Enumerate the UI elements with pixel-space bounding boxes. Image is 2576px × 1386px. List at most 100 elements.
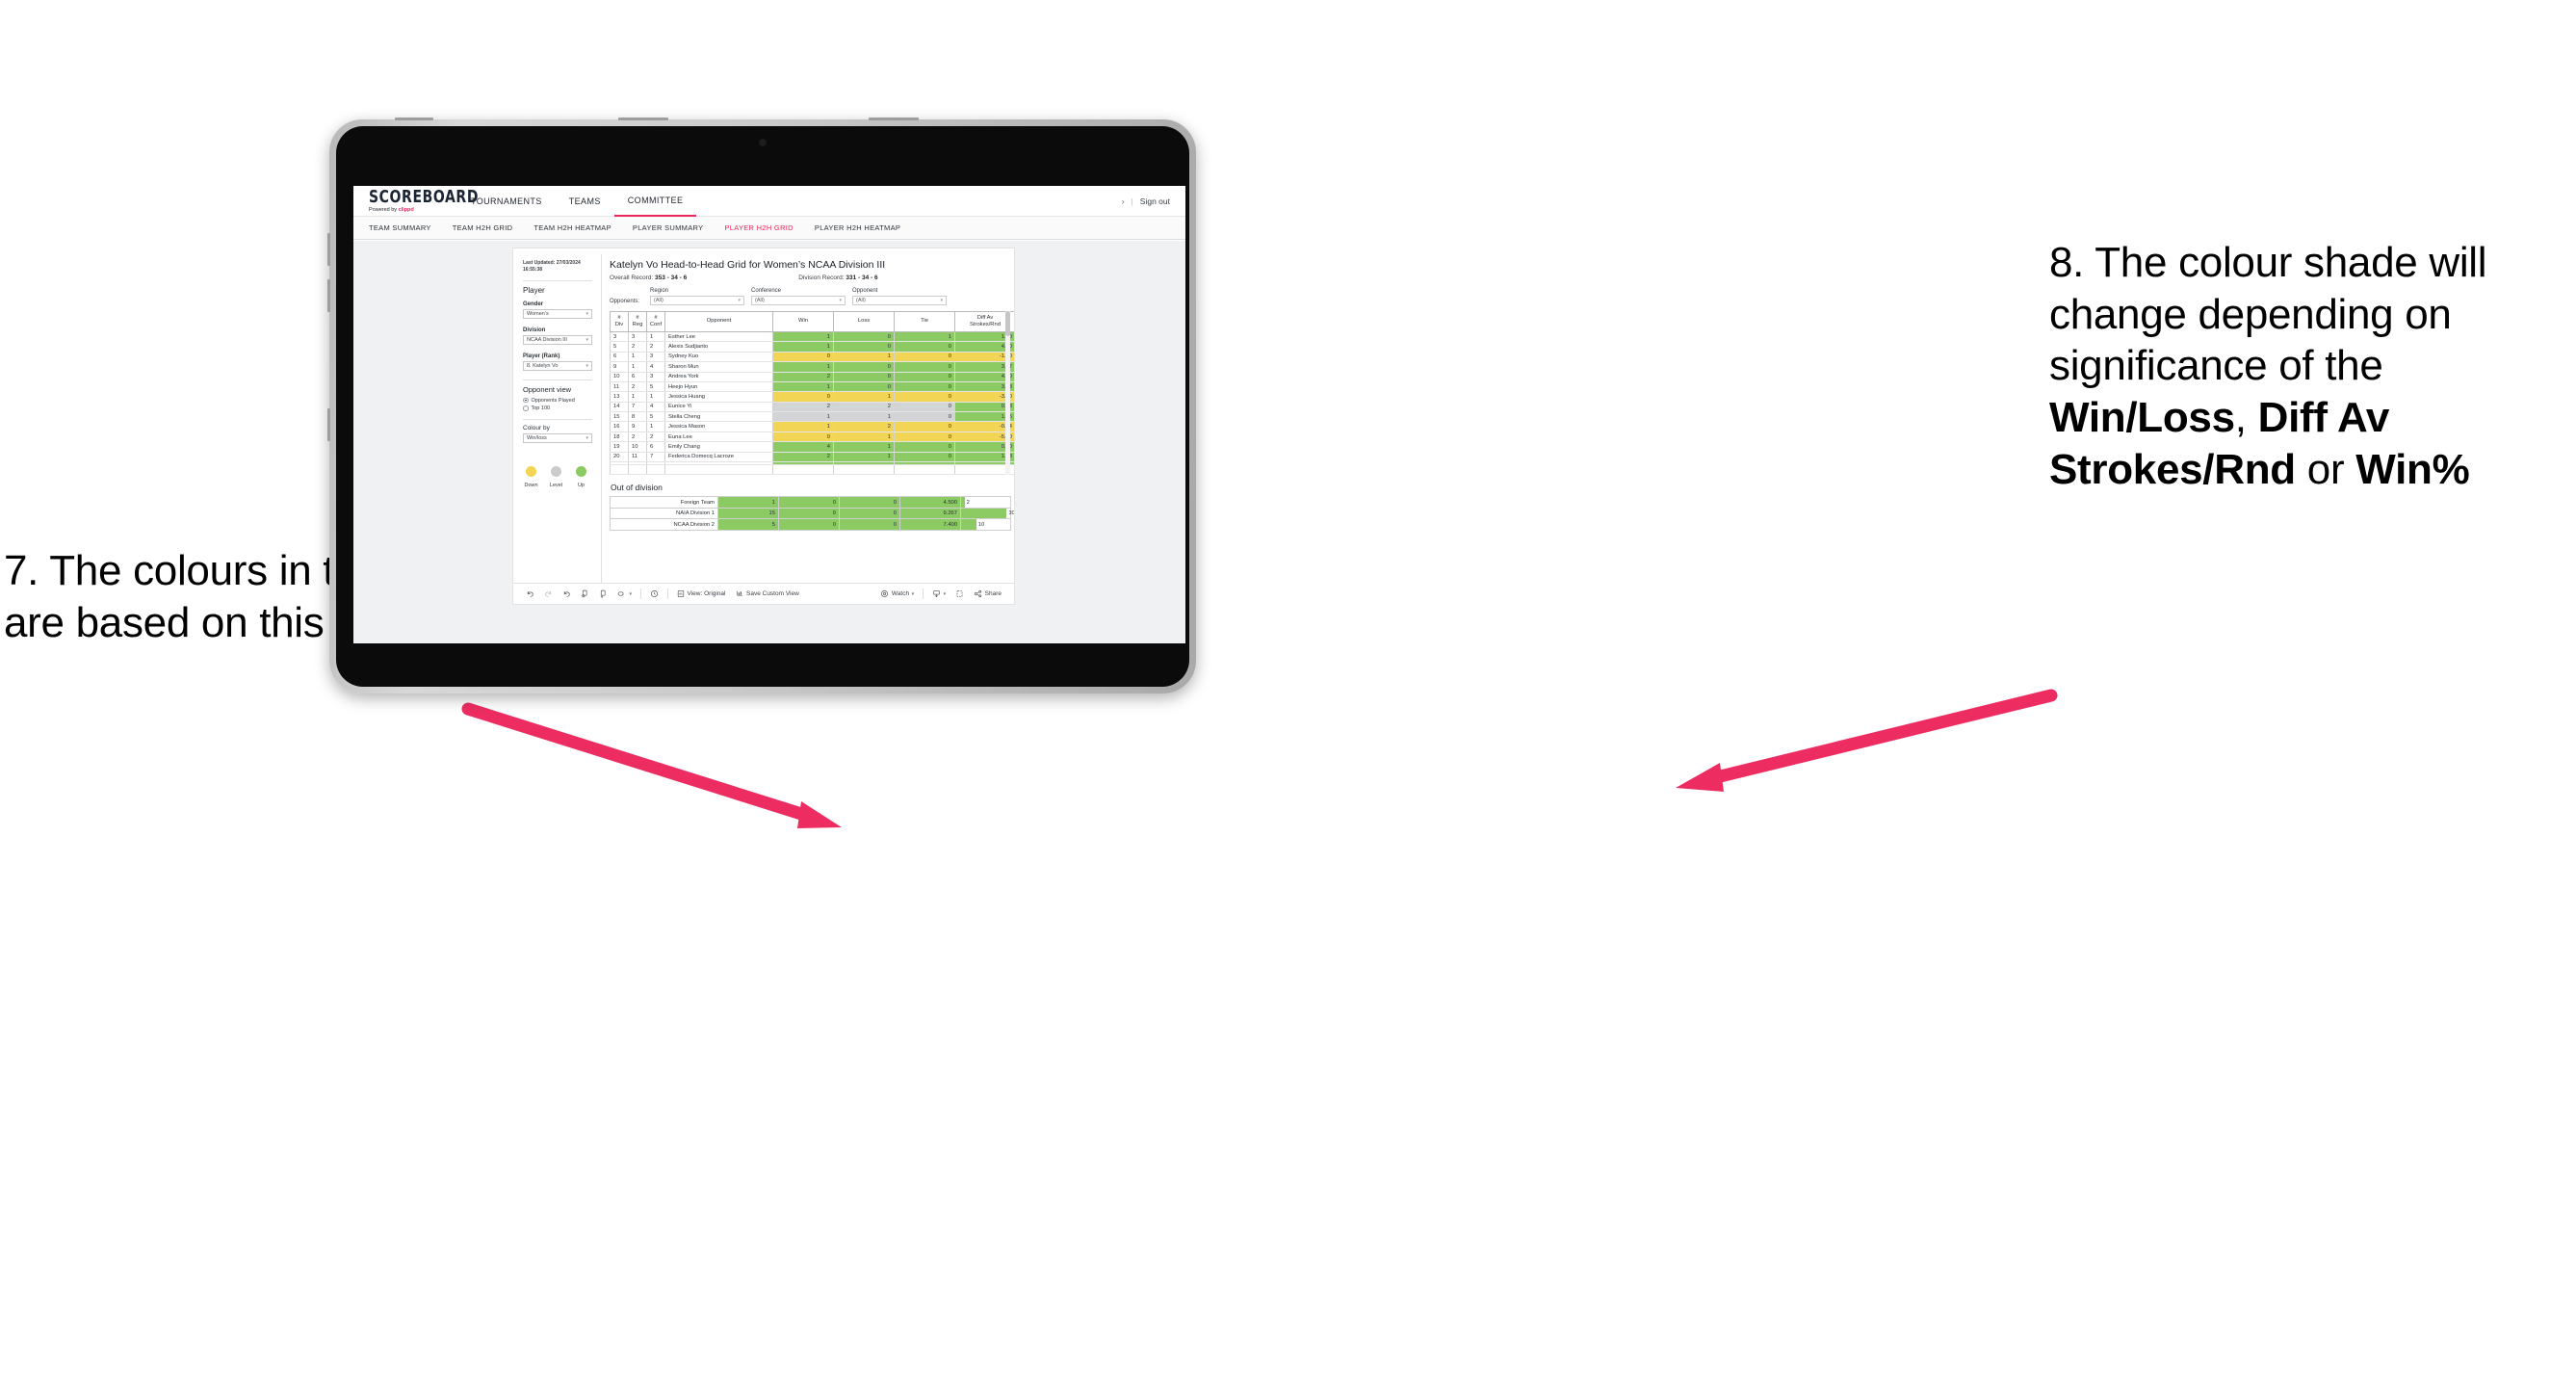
cell-loss[interactable]: 0 xyxy=(833,361,895,373)
nav-tab-committee[interactable]: COMMITTEE xyxy=(613,186,697,217)
refresh-data-button[interactable] xyxy=(576,589,594,598)
table-row[interactable]: 1585Stella Cheng1101.254 xyxy=(610,411,1014,423)
grid-vertical-scrollbar[interactable] xyxy=(1005,310,1010,476)
save-custom-view-button[interactable]: Save Custom View xyxy=(731,589,804,598)
cell-loss[interactable]: 0 xyxy=(778,507,840,520)
table-row[interactable]: 1063Andrea York2004.004 xyxy=(610,372,1014,382)
table-row[interactable]: 522Alexis Sudjianto1004.003 xyxy=(610,341,1014,353)
cell-div[interactable]: 5 xyxy=(610,341,629,353)
cell-diff-av[interactable]: 7.400 xyxy=(899,518,961,531)
cell-win[interactable]: 1 xyxy=(772,381,834,393)
cell-reg[interactable]: 3 xyxy=(628,331,647,343)
cell-opponent[interactable]: Sydney Kuo xyxy=(664,352,773,363)
cell-diff-av[interactable]: 9.267 xyxy=(899,507,961,520)
cell-loss[interactable]: 0 xyxy=(778,496,840,509)
cell-div[interactable]: 19 xyxy=(610,441,629,453)
cell-conf[interactable]: 7 xyxy=(646,452,665,463)
cell-reg[interactable]: 1 xyxy=(628,361,647,373)
cell-loss[interactable]: 1 xyxy=(833,431,895,443)
division-select[interactable]: NCAA Division III ▾ xyxy=(523,334,592,345)
table-row[interactable]: Foreign Team 1 0 0 4.500 2 xyxy=(610,496,1011,509)
cell-reg[interactable]: 9 xyxy=(628,421,647,432)
table-row[interactable]: 1822Euna Lee010-5.002 xyxy=(610,431,1014,443)
cell-win[interactable]: 1 xyxy=(772,411,834,423)
cell-opponent[interactable]: Stella Cheng xyxy=(664,411,773,423)
table-row[interactable]: 1691Jessica Mason120-0.947 xyxy=(610,421,1014,432)
cell-reg[interactable]: 6 xyxy=(628,372,647,382)
subnav-team-h2h-heatmap[interactable]: TEAM H2H HEATMAP xyxy=(533,223,624,232)
cell-win[interactable]: 2 xyxy=(772,372,834,382)
cell-opponent[interactable]: Emily Chang xyxy=(664,441,773,453)
cell-rounds[interactable]: 2 xyxy=(960,496,1011,509)
cell-tie[interactable]: 0 xyxy=(894,391,955,403)
cell-group-name[interactable]: Foreign Team xyxy=(610,496,718,509)
cell-div[interactable]: 14 xyxy=(610,402,629,413)
cell-tie[interactable]: 0 xyxy=(894,452,955,463)
cell-win[interactable]: 1 xyxy=(772,341,834,353)
watch-button[interactable]: Watch ▾ xyxy=(875,589,919,598)
table-row[interactable]: 1125Heejo Hyun1003.333 xyxy=(610,381,1014,393)
cell-win[interactable]: 0 xyxy=(772,391,834,403)
download-button[interactable]: ▾ xyxy=(927,589,950,598)
cell-conf[interactable]: 5 xyxy=(646,411,665,423)
cell-div[interactable]: 15 xyxy=(610,411,629,423)
cell-div[interactable]: 13 xyxy=(610,391,629,403)
revert-button[interactable] xyxy=(558,589,576,598)
cell-conf[interactable]: 4 xyxy=(646,402,665,413)
cell-win[interactable]: 2 xyxy=(772,452,834,463)
cell-win[interactable]: 1 xyxy=(772,331,834,343)
redo-button[interactable] xyxy=(539,589,558,598)
cell-win[interactable]: 1 xyxy=(717,496,779,509)
subnav-player-h2h-heatmap[interactable]: PLAYER H2H HEATMAP xyxy=(815,223,913,232)
subnav-player-summary[interactable]: PLAYER SUMMARY xyxy=(633,223,716,232)
opponent-select[interactable]: (All) ▾ xyxy=(852,295,947,305)
cell-reg[interactable]: 2 xyxy=(628,431,647,443)
cell-group-name[interactable]: NCAA Division 2 xyxy=(610,518,718,531)
cell-loss[interactable]: 0 xyxy=(833,372,895,382)
table-row[interactable]: 19106Emily Chang4100.3011 xyxy=(610,441,1014,453)
cell-loss[interactable]: 0 xyxy=(778,518,840,531)
cell-tie[interactable]: 0 xyxy=(894,341,955,353)
conference-select[interactable]: (All) ▾ xyxy=(751,295,846,305)
gender-select[interactable]: Women’s ▾ xyxy=(523,308,592,319)
sign-out-link[interactable]: Sign out xyxy=(1140,196,1170,206)
cell-reg[interactable]: 2 xyxy=(628,381,647,393)
cell-opponent[interactable]: Esther Lee xyxy=(664,331,773,343)
cell-tie[interactable]: 0 xyxy=(839,507,900,520)
table-row[interactable]: NAIA Division 1 15 0 0 9.267 30 xyxy=(610,507,1014,520)
cell-conf[interactable]: 3 xyxy=(646,372,665,382)
colour-by-select[interactable]: Win/loss ▾ xyxy=(523,433,592,443)
cell-group-name[interactable]: NAIA Division 1 xyxy=(610,507,718,520)
cell-win[interactable]: 2 xyxy=(772,402,834,413)
cell-diff-av[interactable]: 4.500 xyxy=(899,496,961,509)
cell-tie[interactable]: 1 xyxy=(894,331,955,343)
table-row[interactable]: 20117Federica Domecq Lacroze2101.336 xyxy=(610,452,1014,463)
table-row[interactable]: 914Sharon Mun1003.673 xyxy=(610,361,1014,373)
cell-win[interactable]: 4 xyxy=(772,441,834,453)
nav-tab-teams[interactable]: TEAMS xyxy=(556,186,614,217)
cell-loss[interactable]: 0 xyxy=(833,331,895,343)
cell-tie[interactable]: 0 xyxy=(894,421,955,432)
cell-opponent[interactable]: Sharon Mun xyxy=(664,361,773,373)
cell-opponent[interactable]: Euna Lee xyxy=(664,431,773,443)
cell-conf[interactable]: 3 xyxy=(646,352,665,363)
fullscreen-button[interactable] xyxy=(950,589,969,598)
cell-win[interactable]: 1 xyxy=(772,361,834,373)
cell-div[interactable]: 18 xyxy=(610,431,629,443)
radio-top-100[interactable]: Top 100 xyxy=(523,405,592,411)
cell-reg[interactable]: 8 xyxy=(628,411,647,423)
cell-opponent[interactable]: Eunice Yi xyxy=(664,402,773,413)
table-row[interactable]: 613Sydney Kuo010-1.003 xyxy=(610,352,1014,363)
cell-opponent[interactable]: Jessica Huang xyxy=(664,391,773,403)
cell-reg[interactable]: 1 xyxy=(628,391,647,403)
cell-reg[interactable]: 10 xyxy=(628,441,647,453)
grid-scrollbar-thumb[interactable] xyxy=(1005,310,1010,336)
table-row[interactable]: 1474Eunice Yi2200.389 xyxy=(610,402,1014,413)
cell-conf[interactable]: 2 xyxy=(646,431,665,443)
cell-reg[interactable]: 7 xyxy=(628,402,647,413)
cell-tie[interactable]: 0 xyxy=(894,372,955,382)
cell-loss[interactable]: 0 xyxy=(833,381,895,393)
cell-tie[interactable]: 0 xyxy=(894,441,955,453)
cell-win[interactable]: 0 xyxy=(772,431,834,443)
cell-rounds[interactable]: 10 xyxy=(960,518,1011,531)
